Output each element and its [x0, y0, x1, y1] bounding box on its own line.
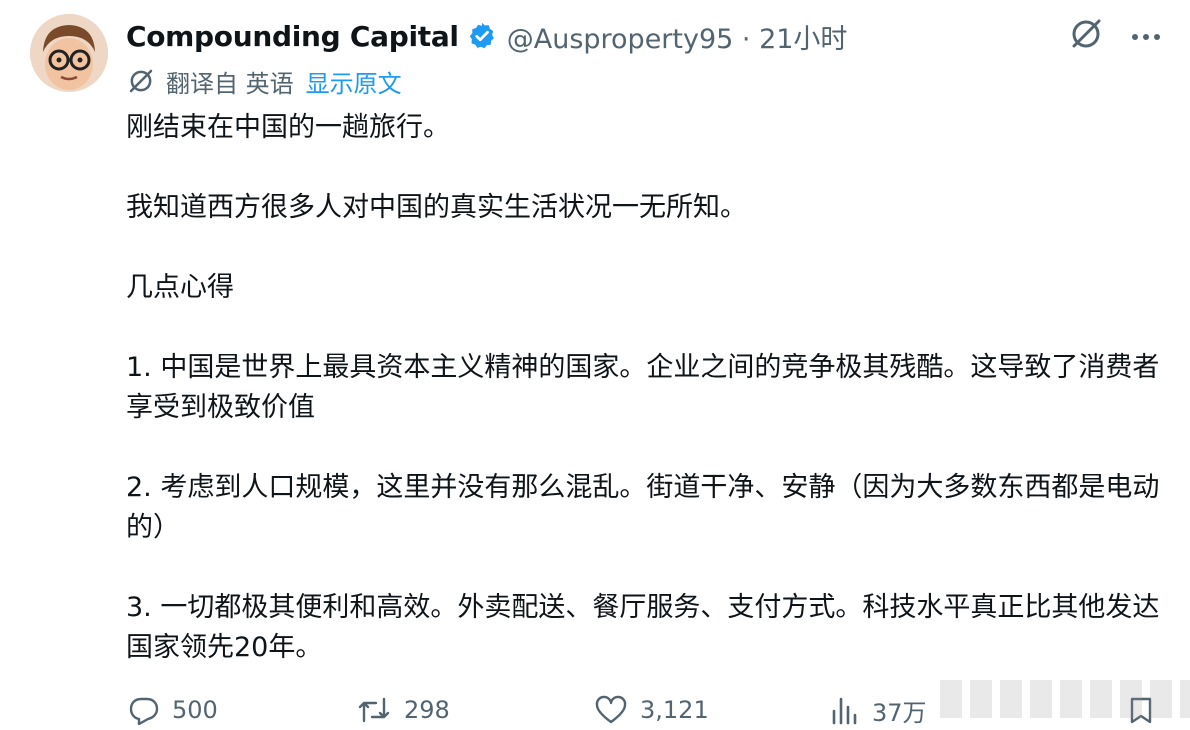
verified-badge-icon [467, 21, 497, 51]
top-actions [1068, 14, 1162, 58]
grok-icon[interactable] [1068, 16, 1104, 56]
avatar[interactable] [30, 14, 108, 92]
avatar-image [30, 14, 108, 92]
views-button[interactable]: 37万 [830, 693, 927, 728]
tweet-paragraph: 2. 考虑到人口规模，这里并没有那么混乱。街道干净、安静（因为大多数东西都是电动… [126, 472, 1160, 543]
reply-button[interactable]: 500 [128, 695, 218, 725]
heart-icon [595, 695, 627, 724]
separator: · [733, 23, 760, 55]
views-icon [832, 697, 857, 725]
display-name[interactable]: Compounding Capital [126, 20, 459, 53]
tweet-paragraph: 刚结束在中国的一趟旅行。 [126, 112, 450, 143]
tweet-paragraph: 几点心得 [126, 272, 234, 303]
tweet-paragraph: 3. 一切都极其便利和高效。外卖配送、餐厅服务、支付方式。科技水平真正比其他发达… [126, 592, 1160, 663]
like-button[interactable]: 3,121 [594, 695, 709, 725]
watermark [940, 680, 1190, 718]
retweet-icon [358, 697, 390, 723]
translated-from-label: 翻译自 英语 [166, 69, 294, 98]
tweet: Compounding Capital @Ausproperty95 · 21小… [0, 0, 1190, 727]
like-count: 3,121 [640, 696, 709, 724]
tweet-text: 刚结束在中国的一趟旅行。 我知道西方很多人对中国的真实生活状况一无所知。 几点心… [126, 108, 1166, 708]
view-count: 37万 [872, 698, 927, 727]
retweet-count: 298 [404, 696, 450, 724]
reply-count: 500 [172, 696, 218, 724]
show-original-link[interactable]: 显示原文 [306, 64, 402, 99]
reply-icon [129, 697, 159, 725]
tweet-paragraph: 1. 中国是世界上最具资本主义精神的国家。企业之间的竞争极其残酷。这导致了消费者… [126, 352, 1160, 423]
timestamp[interactable]: 21小时 [759, 24, 847, 55]
handle[interactable]: @Ausproperty95 [507, 24, 734, 55]
tweet-header: Compounding Capital @Ausproperty95 · 21小… [126, 14, 847, 58]
translate-icon [126, 66, 156, 96]
handle-and-time: @Ausproperty95 · 21小时 [507, 17, 848, 56]
translation-bar: 翻译自 英语 显示原文 [126, 62, 402, 100]
more-icon[interactable] [1130, 27, 1162, 46]
tweet-paragraph: 我知道西方很多人对中国的真实生活状况一无所知。 [126, 192, 747, 223]
retweet-button[interactable]: 298 [356, 695, 450, 725]
